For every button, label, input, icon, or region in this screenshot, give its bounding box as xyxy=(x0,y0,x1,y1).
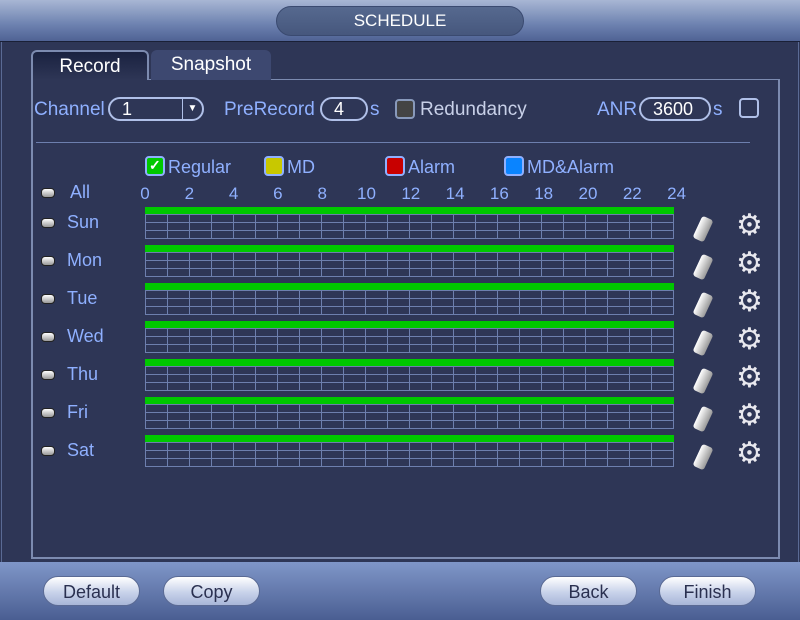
page-title: SCHEDULE xyxy=(276,6,524,36)
hour-tick: 12 xyxy=(401,184,421,203)
schedule-timeline[interactable] xyxy=(145,245,674,277)
prerecord-input[interactable]: 4 xyxy=(320,97,368,121)
day-label: Fri xyxy=(67,402,88,422)
content-panel xyxy=(31,79,780,559)
day-label: Wed xyxy=(67,326,104,346)
legend-label: Regular xyxy=(168,157,232,177)
legend-3-checkbox[interactable] xyxy=(504,156,524,176)
select-all-button[interactable] xyxy=(41,188,55,198)
timeline-grid xyxy=(145,404,674,429)
timeline-grid xyxy=(145,252,674,277)
hour-tick: 20 xyxy=(578,184,598,203)
copy-button[interactable]: Copy xyxy=(163,576,260,606)
regular-record-bar xyxy=(145,207,674,214)
anr-checkbox[interactable] xyxy=(739,98,759,118)
regular-record-bar xyxy=(145,245,674,252)
schedule-timeline[interactable] xyxy=(145,283,674,315)
day-select-button[interactable] xyxy=(41,332,55,342)
day-label: Tue xyxy=(67,288,98,308)
regular-record-bar xyxy=(145,321,674,328)
legend-label: MD&Alarm xyxy=(527,157,615,177)
day-label: Sun xyxy=(67,212,100,232)
legend-0-checkbox[interactable]: ✓ xyxy=(145,156,165,176)
day-select-button[interactable] xyxy=(41,256,55,266)
day-select-button[interactable] xyxy=(41,370,55,380)
timeline-grid xyxy=(145,214,674,239)
hour-tick: 6 xyxy=(273,184,283,203)
prerecord-value: 4 xyxy=(334,99,345,119)
day-label: Mon xyxy=(67,250,103,270)
legend-2-checkbox[interactable] xyxy=(385,156,405,176)
channel-value: 1 xyxy=(122,99,133,119)
regular-record-bar xyxy=(145,435,674,442)
gear-icon[interactable]: ⚙ xyxy=(736,401,763,431)
day-select-button[interactable] xyxy=(41,446,55,456)
gear-icon[interactable]: ⚙ xyxy=(736,325,763,355)
day-label: Thu xyxy=(67,364,99,384)
legend-label: MD xyxy=(287,157,315,177)
tab-snapshot[interactable]: Snapshot xyxy=(151,50,271,80)
day-label: Sat xyxy=(67,440,95,460)
schedule-timeline[interactable] xyxy=(145,207,674,239)
anr-value: 3600 xyxy=(653,99,694,119)
timeline-grid xyxy=(145,366,674,391)
gear-icon[interactable]: ⚙ xyxy=(736,363,763,393)
gear-icon[interactable]: ⚙ xyxy=(736,249,763,279)
anr-label: ANR xyxy=(597,99,638,120)
divider xyxy=(36,142,750,143)
legend-1-checkbox[interactable] xyxy=(264,156,284,176)
all-label: All xyxy=(70,182,91,202)
regular-record-bar xyxy=(145,283,674,290)
regular-record-bar xyxy=(145,359,674,366)
schedule-timeline[interactable] xyxy=(145,321,674,353)
hour-tick: 16 xyxy=(489,184,509,203)
timeline-grid xyxy=(145,290,674,315)
gear-icon[interactable]: ⚙ xyxy=(736,439,763,469)
timeline-grid xyxy=(145,442,674,467)
gear-icon[interactable]: ⚙ xyxy=(736,211,763,241)
hour-tick: 24 xyxy=(667,184,687,203)
day-select-button[interactable] xyxy=(41,218,55,228)
regular-record-bar xyxy=(145,397,674,404)
anr-input[interactable]: 3600 xyxy=(639,97,711,121)
redundancy-label: Redundancy xyxy=(420,99,527,120)
schedule-timeline[interactable] xyxy=(145,359,674,391)
hour-tick: 22 xyxy=(622,184,642,203)
hour-tick: 2 xyxy=(184,184,195,203)
schedule-timeline[interactable] xyxy=(145,435,674,467)
checkmark-icon: ✓ xyxy=(149,157,161,173)
hour-tick: 8 xyxy=(317,184,327,203)
hour-tick: 14 xyxy=(445,184,465,203)
anr-unit: s xyxy=(713,99,723,120)
prerecord-label: PreRecord xyxy=(224,99,315,120)
hour-tick: 0 xyxy=(140,184,150,203)
day-select-button[interactable] xyxy=(41,294,55,304)
gear-icon[interactable]: ⚙ xyxy=(736,287,763,317)
timeline-grid xyxy=(145,328,674,353)
hour-tick: 10 xyxy=(357,184,376,203)
tab-record[interactable]: Record xyxy=(31,50,149,80)
channel-select[interactable]: 1 ▼ xyxy=(108,97,204,121)
redundancy-checkbox[interactable] xyxy=(395,99,415,119)
legend-label: Alarm xyxy=(408,157,456,177)
default-button[interactable]: Default xyxy=(43,576,140,606)
hour-tick: 18 xyxy=(534,184,554,203)
hour-tick: 4 xyxy=(228,184,239,203)
day-select-button[interactable] xyxy=(41,408,55,418)
schedule-timeline[interactable] xyxy=(145,397,674,429)
channel-label: Channel xyxy=(34,99,105,120)
prerecord-unit: s xyxy=(370,99,380,120)
back-button[interactable]: Back xyxy=(540,576,637,606)
finish-button[interactable]: Finish xyxy=(659,576,756,606)
chevron-down-icon: ▼ xyxy=(182,99,202,119)
